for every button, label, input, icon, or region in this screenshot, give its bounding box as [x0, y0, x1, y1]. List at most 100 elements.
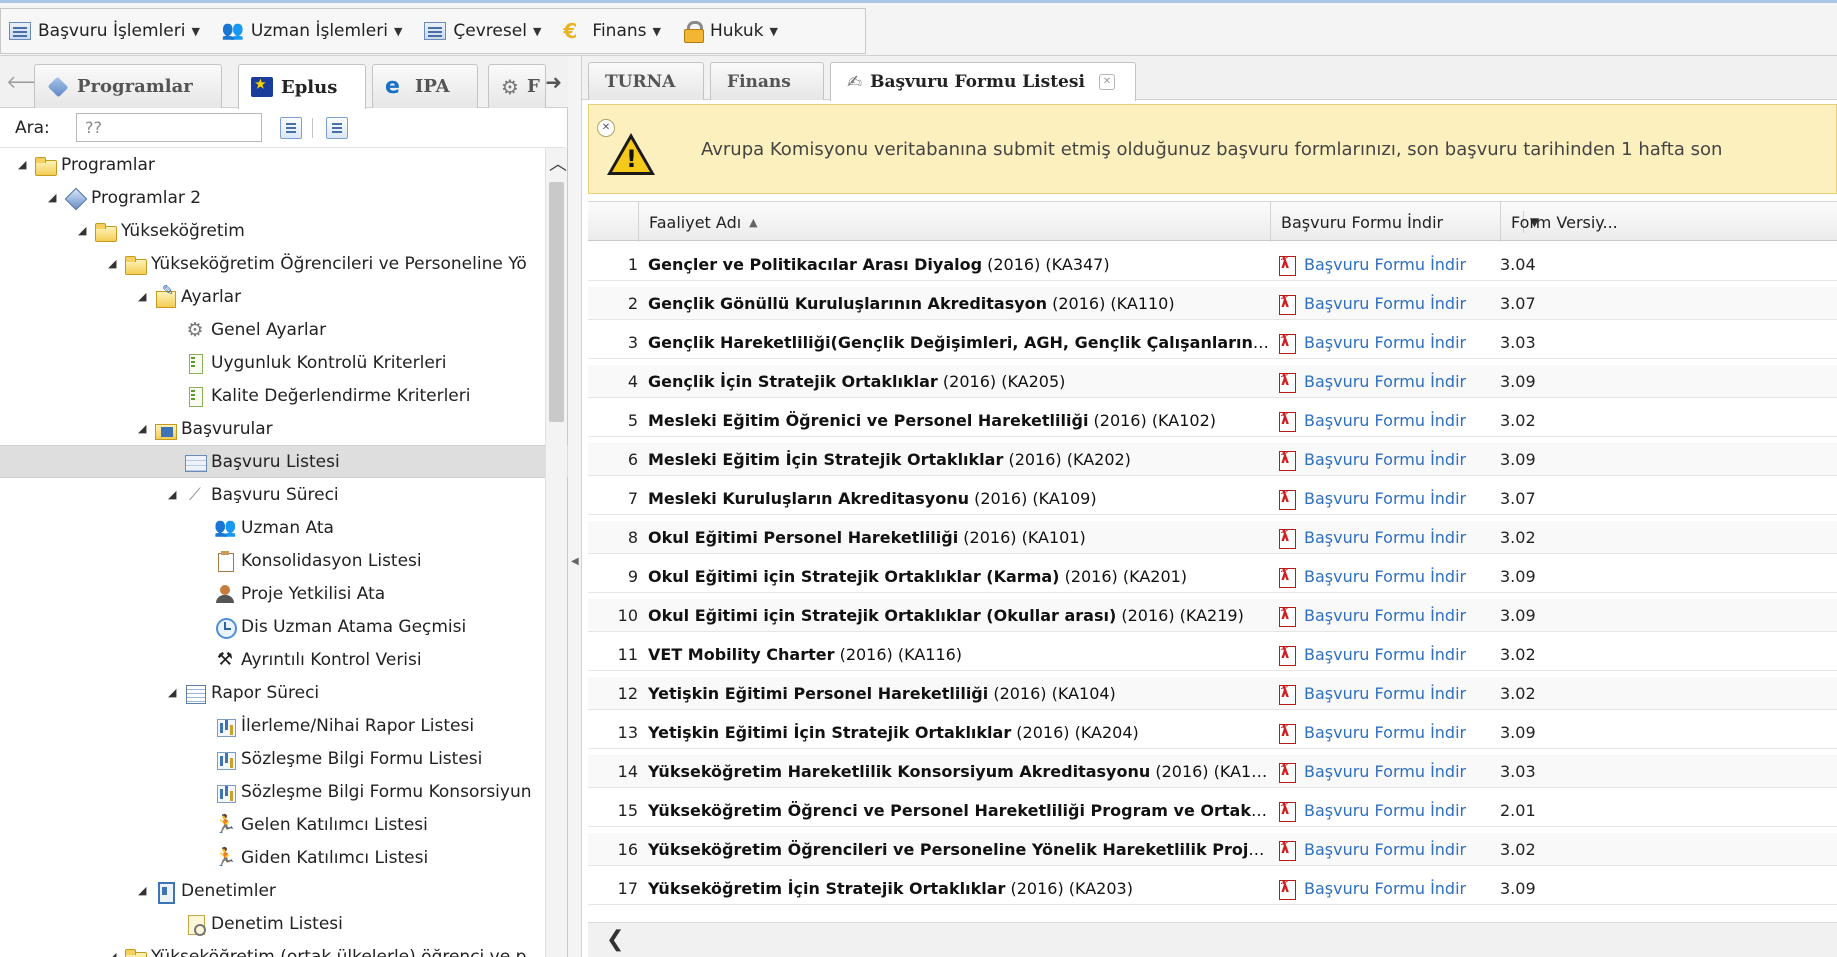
scroll-left-icon[interactable]: ❮ [606, 927, 624, 952]
tree-node-uzman-ata[interactable]: 👥 Uzman Ata [0, 511, 568, 544]
tree-node-basvurular[interactable]: ◢ Başvurular [0, 412, 568, 445]
expand-toggle-icon[interactable]: ◢ [108, 950, 124, 957]
download-form-link[interactable]: Başvuru Formu İndir [1278, 404, 1498, 437]
scrollbar-thumb[interactable] [549, 182, 564, 422]
horizontal-scrollbar[interactable]: ❮ [588, 922, 1837, 957]
tree-node-gelen-katilimci[interactable]: 🏃 Gelen Katılımcı Listesi [0, 808, 568, 841]
download-form-link[interactable]: Başvuru Formu İndir [1278, 482, 1498, 515]
table-row[interactable]: 10 Okul Eğitimi için Stratejik Ortaklıkla… [588, 599, 1837, 632]
tree-node-denetim-listesi[interactable]: Denetim Listesi [0, 907, 568, 940]
tab-turna[interactable]: TURNA [588, 62, 704, 100]
tree-node-rapor-sureci[interactable]: ◢ Rapor Süreci [0, 676, 568, 709]
column-header-faaliyet-adi[interactable]: Faaliyet Adı ▲ [638, 202, 1270, 242]
tree-node-sozlesme-bilgi-formu[interactable]: Sözleşme Bilgi Formu Listesi [0, 742, 568, 775]
download-form-link[interactable]: Başvuru Formu İndir [1278, 443, 1498, 476]
menu-hukuk[interactable]: Hukuk ▼ [683, 21, 778, 43]
expand-toggle-icon[interactable]: ◢ [48, 191, 64, 204]
column-header-form-versiyon[interactable]: Form Versiy... [1500, 202, 1630, 242]
activity-name: Gençler ve Politikacılar Arası Diyalog (… [648, 248, 1270, 281]
table-row[interactable]: 3 Gençlik Hareketliliği(Gençlik Değişimle… [588, 326, 1837, 359]
tree-node-ortak-ulkeler[interactable]: ◢ Yükseköğretim (ortak ülkelerle) öğrenc… [0, 940, 568, 957]
download-form-link[interactable]: Başvuru Formu İndir [1278, 560, 1498, 593]
download-form-link[interactable]: Başvuru Formu İndir [1278, 287, 1498, 320]
tree-node-basvuru-sureci[interactable]: ◢ ⟋ Başvuru Süreci [0, 478, 568, 511]
column-header-basvuru-formu-indir[interactable]: Başvuru Formu İndir ▼ [1270, 202, 1539, 242]
download-form-link[interactable]: Başvuru Formu İndir [1278, 833, 1498, 866]
menu-cevresel[interactable]: Çevresel ▼ [424, 21, 541, 41]
table-row[interactable]: 13 Yetişkin Eğitimi İçin Stratejik Ortakl… [588, 716, 1837, 749]
table-row[interactable]: 2 Gençlik Gönüllü Kuruluşlarının Akredita… [588, 287, 1837, 320]
table-row[interactable]: 16 Yükseköğretim Öğrencileri ve Personeli… [588, 833, 1837, 866]
tree-node-giden-katilimci[interactable]: 🏃 Giden Katılımcı Listesi [0, 841, 568, 874]
tree-node-denetimler[interactable]: ◢ Denetimler [0, 874, 568, 907]
search-input[interactable] [76, 113, 262, 142]
tab-finans[interactable]: Finans [710, 62, 824, 100]
table-row[interactable]: 14 Yükseköğretim Hareketlilik Konsorsiyum… [588, 755, 1837, 788]
tab-basvuru-formu-listesi[interactable]: ✍ Başvuru Formu Listesi ✕ [830, 62, 1136, 101]
tree-node-ayarlar[interactable]: ◢ Ayarlar [0, 280, 568, 313]
table-row[interactable]: 1 Gençler ve Politikacılar Arası Diyalog … [588, 248, 1837, 281]
scroll-up-icon[interactable]: ︿ [549, 150, 567, 176]
download-form-link[interactable]: Başvuru Formu İndir [1278, 599, 1498, 632]
tree-node-kalite-kriterleri[interactable]: Kalite Değerlendirme Kriterleri [0, 379, 568, 412]
tab-scroll-right-icon[interactable]: ➜ [545, 70, 562, 94]
menu-finans[interactable]: € Finans ▼ [563, 21, 661, 41]
download-form-link[interactable]: Başvuru Formu İndir [1278, 794, 1498, 827]
tree-scrollbar[interactable]: ︿ [545, 148, 567, 957]
gear-icon: ⚙ [501, 74, 519, 99]
tab-eplus[interactable]: Eplus [238, 64, 366, 109]
tree-node-dis-uzman-gecmisi[interactable]: Dis Uzman Atama Geçmisi [0, 610, 568, 643]
expand-toggle-icon[interactable]: ◢ [78, 224, 94, 237]
expand-all-button[interactable] [280, 117, 302, 139]
expand-toggle-icon[interactable]: ◢ [138, 422, 154, 435]
download-form-link[interactable]: Başvuru Formu İndir [1278, 716, 1498, 749]
panel-splitter[interactable]: ◀ [568, 56, 582, 957]
tree-node-sozlesme-konsorsiyum[interactable]: Sözleşme Bilgi Formu Konsorsiyun [0, 775, 568, 808]
download-form-link[interactable]: Başvuru Formu İndir [1278, 326, 1498, 359]
expand-toggle-icon[interactable]: ◢ [168, 686, 184, 699]
table-row[interactable]: 8 Okul Eğitimi Personel Hareketliliği (20… [588, 521, 1837, 554]
tree-node-programlar-2[interactable]: ◢ Programlar 2 [0, 181, 568, 214]
expand-toggle-icon[interactable]: ◢ [138, 884, 154, 897]
download-form-link[interactable]: Başvuru Formu İndir [1278, 677, 1498, 710]
table-row[interactable]: 4 Gençlik İçin Stratejik Ortaklıklar (201… [588, 365, 1837, 398]
download-form-link[interactable]: Başvuru Formu İndir [1278, 248, 1498, 281]
menu-uzman-islemleri[interactable]: 👥 Uzman İşlemleri ▼ [222, 21, 403, 41]
table-row[interactable]: 7 Mesleki Kuruluşların Akreditasyonu (201… [588, 482, 1837, 515]
expand-toggle-icon[interactable]: ◢ [138, 290, 154, 303]
tree-node-genel-ayarlar[interactable]: ⚙ Genel Ayarlar [0, 313, 568, 346]
download-form-link[interactable]: Başvuru Formu İndir [1278, 521, 1498, 554]
download-form-link[interactable]: Başvuru Formu İndir [1278, 638, 1498, 671]
tab-programlar[interactable]: Programlar [34, 64, 222, 108]
table-row[interactable]: 11 VET Mobility Charter (2016) (KA116) Baş… [588, 638, 1837, 671]
download-form-link[interactable]: Başvuru Formu İndir [1278, 365, 1498, 398]
download-form-link[interactable]: Başvuru Formu İndir [1278, 755, 1498, 788]
tree-node-proje-yetkilisi-ata[interactable]: Proje Yetkilisi Ata [0, 577, 568, 610]
collapse-all-button[interactable] [326, 117, 348, 139]
menu-basvuru-islemleri[interactable]: Başvuru İşlemleri ▼ [9, 21, 200, 41]
tab-f[interactable]: ⚙ F [488, 64, 546, 108]
tree-node-basvuru-listesi[interactable]: Başvuru Listesi [0, 445, 568, 478]
table-row[interactable]: 12 Yetişkin Eğitimi Personel Hareketliliğ… [588, 677, 1837, 710]
tree-node-ayrintili-kontrol[interactable]: ⚒ Ayrıntılı Kontrol Verisi [0, 643, 568, 676]
expand-toggle-icon[interactable]: ◢ [168, 488, 184, 501]
tree-node-programlar[interactable]: ◢ Programlar [0, 148, 568, 181]
tab-ipa[interactable]: e IPA [372, 64, 478, 108]
expand-toggle-icon[interactable]: ◢ [108, 257, 124, 270]
table-row[interactable]: 15 Yükseköğretim Öğrenci ve Personel Hare… [588, 794, 1837, 827]
table-row[interactable]: 9 Okul Eğitimi için Stratejik Ortaklıklar… [588, 560, 1837, 593]
tree-node-konsolidasyon-listesi[interactable]: Konsolidasyon Listesi [0, 544, 568, 577]
download-form-link[interactable]: Başvuru Formu İndir [1278, 872, 1498, 905]
tree-node-ilerleme-rapor-listesi[interactable]: İlerleme/Nihai Rapor Listesi [0, 709, 568, 742]
collapse-arrow-icon[interactable]: ◀ [571, 556, 579, 567]
table-row[interactable]: 6 Mesleki Eğitim İçin Stratejik Ortaklıkl… [588, 443, 1837, 476]
tree-node-yuksekogretim[interactable]: ◢ Yükseköğretim [0, 214, 568, 247]
close-tab-icon[interactable]: ✕ [1098, 74, 1115, 90]
activity-name-bold: Mesleki Kuruluşların Akreditasyonu [648, 489, 970, 508]
table-row[interactable]: 17 Yükseköğretim İçin Stratejik Ortaklıkl… [588, 872, 1837, 905]
tree-node-ogrenci-personel[interactable]: ◢ Yükseköğretim Öğrencileri ve Personeli… [0, 247, 568, 280]
expand-toggle-icon[interactable]: ◢ [18, 158, 34, 171]
tree-node-uygunluk-kriterleri[interactable]: Uygunluk Kontrolü Kriterleri [0, 346, 568, 379]
download-link-label: Başvuru Formu İndir [1304, 372, 1467, 391]
table-row[interactable]: 5 Mesleki Eğitim Öğrenici ve Personel Har… [588, 404, 1837, 437]
